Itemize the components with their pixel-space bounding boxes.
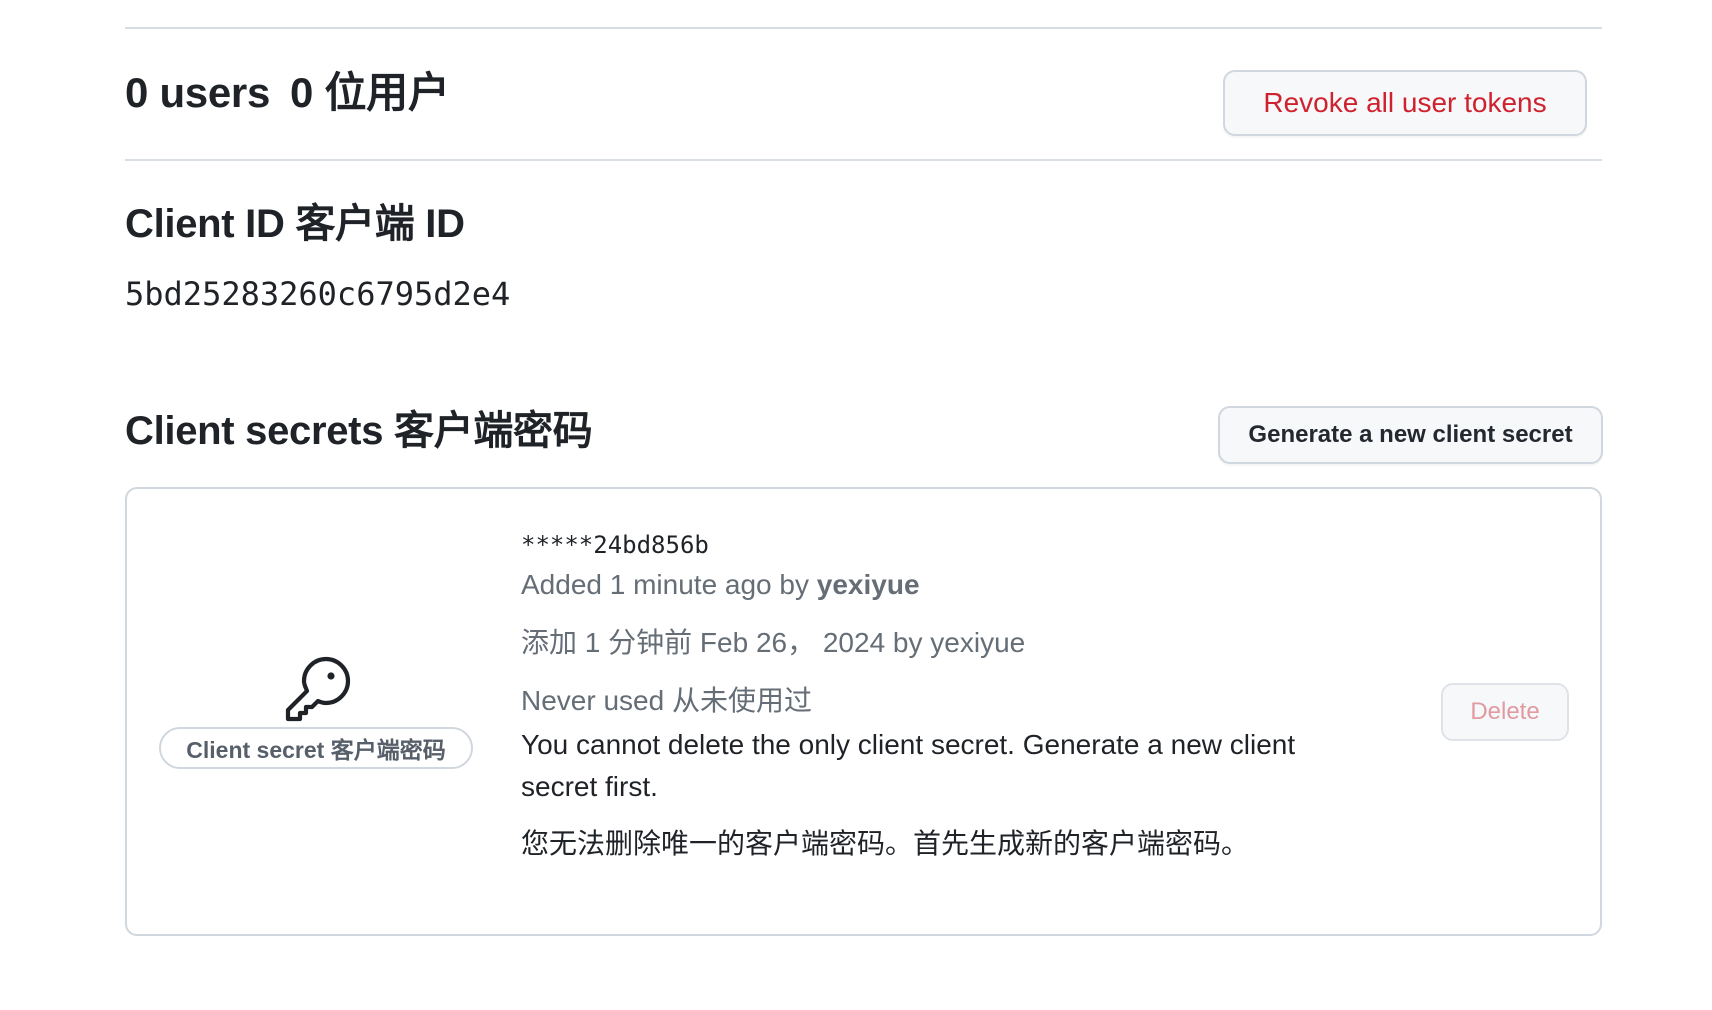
top-divider bbox=[125, 27, 1602, 29]
revoke-all-user-tokens-button[interactable]: Revoke all user tokens bbox=[1223, 70, 1587, 136]
secret-added-info: Added 1 minute ago by yexiyue bbox=[521, 566, 920, 604]
client-id-value: 5bd25283260c6795d2e4 bbox=[125, 275, 511, 313]
client-secret-label: Client secret 客户端密码 bbox=[159, 727, 473, 769]
client-id-heading: Client ID 客户端 ID bbox=[125, 202, 465, 246]
users-label-cn: 0 位用户 bbox=[290, 69, 450, 116]
secret-usage-status: Never used 从未使用过 bbox=[521, 685, 812, 716]
oauth-app-settings-page: 0 users 0 位用户 Revoke all user tokens Clie… bbox=[0, 0, 1712, 1010]
secret-added-info-cn: 添加 1 分钟前 Feb 26， 2024 by yexiyue bbox=[521, 627, 1026, 658]
client-secrets-heading: Client secrets 客户端密码 bbox=[125, 409, 593, 453]
delete-warning-text-cn: 您无法删除唯一的客户端密码。首先生成新的客户端密码。 bbox=[521, 828, 1250, 859]
section-divider bbox=[125, 159, 1602, 161]
client-secret-masked-value: *****24bd856b bbox=[521, 531, 709, 559]
users-count: 0 bbox=[125, 69, 149, 116]
key-icon bbox=[285, 656, 351, 722]
secret-author-link[interactable]: yexiyue bbox=[817, 569, 920, 600]
secret-added-text: Added 1 minute ago by bbox=[521, 569, 817, 600]
users-heading: 0 users 0 位用户 bbox=[125, 66, 450, 120]
generate-client-secret-button[interactable]: Generate a new client secret bbox=[1218, 406, 1603, 464]
delete-warning-text: You cannot delete the only client secret… bbox=[521, 729, 1296, 802]
delete-secret-button[interactable]: Delete bbox=[1441, 683, 1569, 741]
users-label: users bbox=[159, 69, 271, 116]
